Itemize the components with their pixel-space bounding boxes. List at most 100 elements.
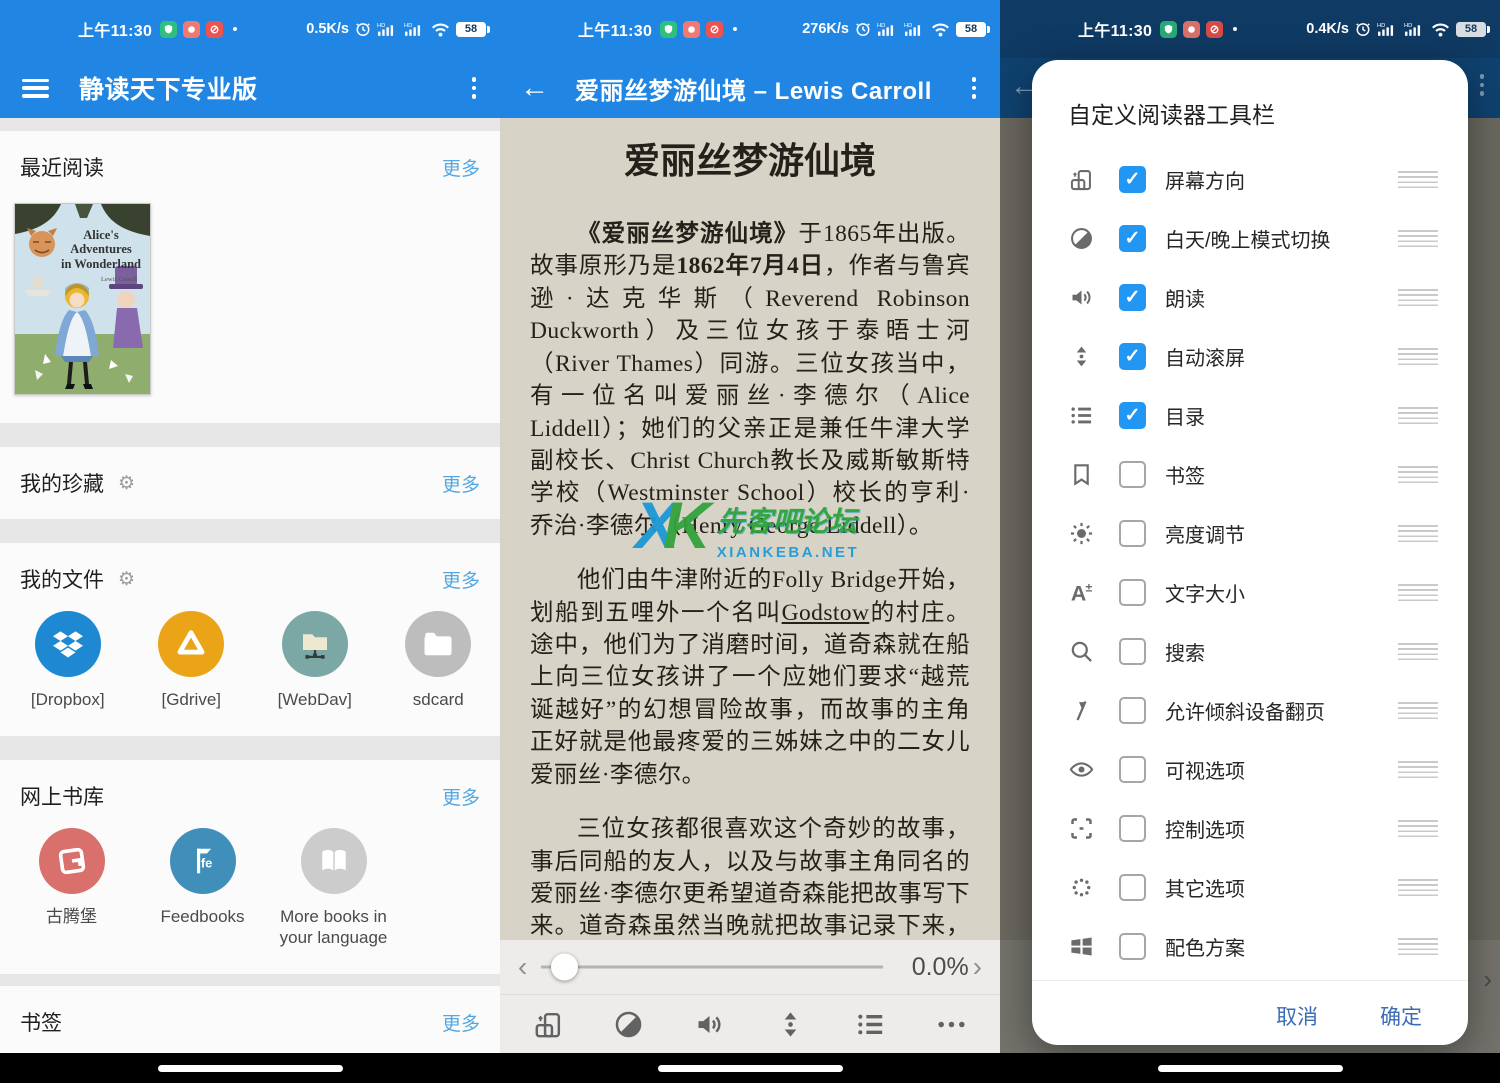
tts-icon[interactable]	[693, 1008, 726, 1041]
toc-icon[interactable]	[854, 1008, 887, 1041]
progress-track[interactable]	[541, 952, 882, 982]
toolbar-option-row[interactable]: 配色方案	[1068, 917, 1438, 976]
menu-hamburger-icon[interactable]	[22, 79, 49, 98]
screen-rotation-icon[interactable]	[532, 1008, 565, 1041]
more-icon[interactable]	[935, 1008, 968, 1041]
drag-handle-icon[interactable]	[1398, 643, 1438, 660]
drag-handle-icon[interactable]	[1398, 584, 1438, 601]
toolbar-option-row[interactable]: 搜索	[1068, 622, 1438, 681]
library-source-item[interactable]: More books in your language	[268, 828, 399, 948]
toolbar-option-row[interactable]: 亮度调节	[1068, 504, 1438, 563]
section-title: 我的珍藏	[20, 468, 104, 498]
text-size-icon: A±	[1068, 579, 1095, 606]
toolbar-option-row[interactable]: 目录	[1068, 386, 1438, 445]
drag-handle-icon[interactable]	[1398, 466, 1438, 483]
wifi-icon	[931, 22, 950, 37]
option-checkbox[interactable]	[1119, 815, 1146, 842]
toolbar-option-row[interactable]: 朗读	[1068, 268, 1438, 327]
option-checkbox[interactable]	[1119, 638, 1146, 665]
favorites-more-link[interactable]: 更多	[442, 470, 480, 497]
toolbar-option-row[interactable]: 书签	[1068, 445, 1438, 504]
option-checkbox[interactable]	[1119, 874, 1146, 901]
toolbar-option-row[interactable]: 白天/晚上模式切换	[1068, 209, 1438, 268]
gdrive-icon	[158, 611, 224, 677]
progress-knob[interactable]	[551, 954, 578, 981]
autoscroll-icon[interactable]	[774, 1008, 807, 1041]
toolbar-option-row[interactable]: 屏幕方向	[1068, 150, 1438, 209]
option-checkbox[interactable]	[1119, 166, 1146, 193]
favorites-gear-icon[interactable]: ⚙	[118, 474, 135, 493]
drag-handle-icon[interactable]	[1398, 879, 1438, 896]
drag-handle-icon[interactable]	[1398, 348, 1438, 365]
reader-paragraph: 他们由牛津附近的Folly Bridge开始，划船到五哩外一个名叫Godstow…	[530, 564, 970, 791]
file-source-item[interactable]: [Dropbox]	[6, 611, 130, 710]
option-checkbox[interactable]	[1119, 461, 1146, 488]
autoscroll-icon	[1068, 343, 1095, 370]
file-source-item[interactable]: [Gdrive]	[130, 611, 254, 710]
drag-handle-icon[interactable]	[1398, 407, 1438, 424]
option-checkbox[interactable]	[1119, 225, 1146, 252]
home-pill[interactable]	[658, 1065, 843, 1072]
nav-bar	[500, 1053, 1000, 1083]
home-pill[interactable]	[158, 1065, 343, 1072]
shield-notification-icon	[660, 21, 677, 38]
option-checkbox[interactable]	[1119, 520, 1146, 547]
alarm-icon	[855, 21, 871, 37]
next-chapter-icon[interactable]: ›	[969, 953, 986, 981]
file-source-item[interactable]: sdcard	[377, 611, 501, 710]
option-checkbox[interactable]	[1119, 402, 1146, 429]
back-arrow-icon[interactable]: ←	[520, 74, 549, 103]
files-more-link[interactable]: 更多	[442, 566, 480, 593]
svg-text:A: A	[1071, 581, 1086, 605]
sim1-signal-icon: HD	[877, 21, 898, 37]
files-gear-icon[interactable]: ⚙	[118, 570, 135, 589]
library-source-item[interactable]: 古腾堡	[6, 828, 137, 948]
app-title: 静读天下专业版	[79, 70, 258, 106]
drag-handle-icon[interactable]	[1398, 820, 1438, 837]
battery-percent-text: 58	[965, 23, 977, 35]
app-root: 上午11:30 0.5K/s HD HD 58 静读天	[0, 0, 1500, 1083]
option-checkbox[interactable]	[1119, 933, 1146, 960]
option-checkbox[interactable]	[1119, 284, 1146, 311]
library-source-label: Feedbooks	[160, 907, 244, 927]
drag-handle-icon[interactable]	[1398, 525, 1438, 542]
drag-handle-icon[interactable]	[1398, 702, 1438, 719]
option-checkbox[interactable]	[1119, 697, 1146, 724]
tilt-icon	[1068, 697, 1095, 724]
status-bar: 上午11:30 276K/s HD HD 58	[500, 0, 1000, 58]
dimmed-overflow-menu-icon	[1480, 74, 1485, 96]
prev-chapter-icon[interactable]: ‹	[514, 953, 531, 981]
bookmarks-more-link[interactable]: 更多	[442, 1009, 480, 1036]
drag-handle-icon[interactable]	[1398, 171, 1438, 188]
option-checkbox[interactable]	[1119, 343, 1146, 370]
recent-more-link[interactable]: 更多	[442, 154, 480, 181]
svg-text:HD: HD	[404, 23, 412, 29]
toolbar-option-row[interactable]: 允许倾斜设备翻页	[1068, 681, 1438, 740]
drag-handle-icon[interactable]	[1398, 761, 1438, 778]
drag-handle-icon[interactable]	[1398, 938, 1438, 955]
drag-handle-icon[interactable]	[1398, 230, 1438, 247]
toolbar-option-row[interactable]: 控制选项	[1068, 799, 1438, 858]
drag-handle-icon[interactable]	[1398, 289, 1438, 306]
toolbar-option-row[interactable]: 自动滚屏	[1068, 327, 1438, 386]
file-source-item[interactable]: [WebDav]	[253, 611, 377, 710]
day-night-icon[interactable]	[612, 1008, 645, 1041]
progress-slider-bar: ‹ 0.0% ›	[500, 940, 1000, 995]
overflow-menu-icon[interactable]	[966, 73, 983, 103]
library-more-link[interactable]: 更多	[442, 783, 480, 810]
option-checkbox[interactable]	[1119, 579, 1146, 606]
cancel-button[interactable]: 取消	[1276, 1001, 1318, 1031]
toolbar-option-row[interactable]: A± 文字大小	[1068, 563, 1438, 622]
toolbar-dialog-screen: 上午11:30 0.4K/s HD HD 58 ← ›	[1000, 0, 1500, 1083]
overflow-menu-icon[interactable]	[466, 73, 483, 103]
control-icon	[1068, 815, 1095, 842]
ok-button[interactable]: 确定	[1380, 1001, 1422, 1031]
book-cover-alice[interactable]: Alice's Adventures in Wonderland Lewis C…	[14, 203, 151, 395]
toolbar-option-row[interactable]: 其它选项	[1068, 858, 1438, 917]
home-pill[interactable]	[1158, 1065, 1343, 1072]
reader-page[interactable]: 爱丽丝梦游仙境 《爱丽丝梦游仙境》于1865年出版。故事原形乃是1862年7月4…	[500, 118, 1000, 940]
toolbar-option-row[interactable]: 可视选项	[1068, 740, 1438, 799]
circle-notification-icon	[683, 21, 700, 38]
library-source-item[interactable]: fe Feedbooks	[137, 828, 268, 948]
option-checkbox[interactable]	[1119, 756, 1146, 783]
